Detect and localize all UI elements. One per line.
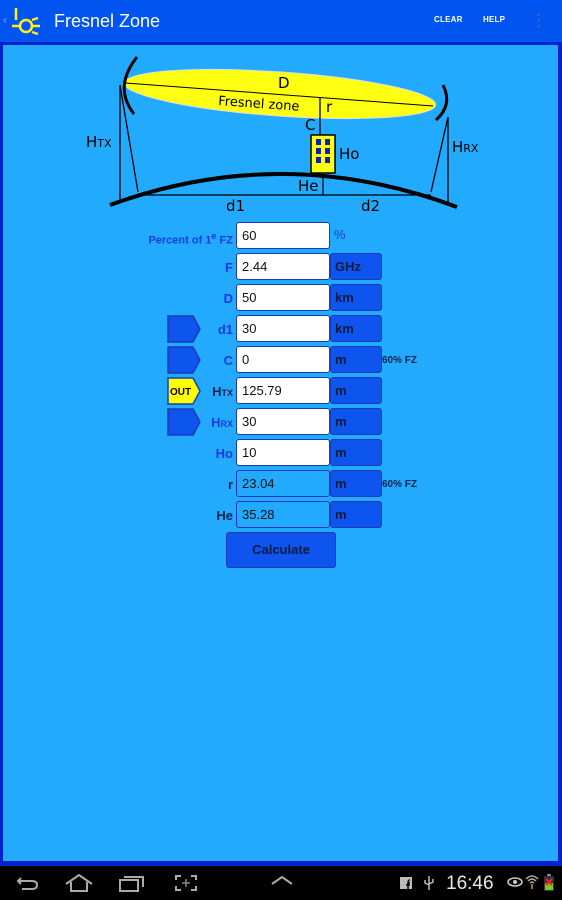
form-row-d1: d1 30 km [3, 315, 558, 344]
field-d[interactable]: 50 [236, 284, 330, 311]
label-text: r [227, 477, 233, 492]
label-text: He [216, 508, 233, 523]
back-caret-icon[interactable]: ‹ [3, 13, 7, 27]
system-navigation-bar: 16:46 [0, 866, 562, 900]
field-ho[interactable]: 10 [236, 439, 330, 466]
label-text: D [223, 291, 233, 306]
field-he[interactable]: 35.28 [236, 501, 330, 528]
label-htx: HTX [113, 377, 233, 408]
form-row-d: D 50 km [3, 284, 558, 313]
label-he: He [298, 177, 319, 195]
form-row-r: r 23.04 m 60% FZ [3, 470, 558, 499]
form-row-he: He 35.28 m [3, 501, 558, 530]
rx-dish [434, 84, 449, 122]
label-subscript: TX [221, 388, 233, 398]
earth-curve [109, 172, 458, 209]
unit-d1[interactable]: km [330, 315, 382, 342]
field-hrx[interactable]: 30 [236, 408, 330, 435]
antenna-logo-icon[interactable] [10, 6, 42, 38]
label-subscript: RX [220, 419, 233, 429]
help-button[interactable]: HELP [483, 15, 505, 24]
label-f: F [113, 253, 233, 282]
note-r: 60% FZ [382, 479, 418, 490]
label-text: Percent of 1 [148, 234, 212, 247]
label-d: D [113, 284, 233, 313]
eye-icon [507, 877, 523, 887]
label-hrx: HRX [452, 138, 479, 156]
up-caret-icon[interactable] [270, 874, 294, 888]
clock: 16:46 [446, 873, 494, 894]
back-icon[interactable] [16, 874, 40, 892]
wifi-icon [525, 875, 539, 889]
unit-r[interactable]: m [330, 470, 382, 497]
label-hrx: HRX [113, 408, 233, 439]
label-d2: d2 [361, 197, 380, 215]
action-bar: ‹ Fresnel Zone CLEAR HELP [0, 0, 562, 42]
unit-percent: % [334, 227, 346, 242]
battery-icon [544, 874, 554, 891]
form-row-ho: Ho 10 m [3, 439, 558, 468]
unit-ho[interactable]: m [330, 439, 382, 466]
unit-c[interactable]: m [330, 346, 382, 373]
home-icon[interactable] [64, 874, 94, 892]
calculate-button[interactable]: Calculate [226, 532, 336, 568]
form-row-f: F 2.44 GHz [3, 253, 558, 282]
overflow-menu-icon[interactable] [535, 13, 541, 31]
form-row-percent: Percent of 1e FZ 60% [3, 222, 558, 251]
label-r: r [326, 98, 333, 116]
unit-d[interactable]: km [330, 284, 382, 311]
label-ho: Ho [339, 145, 359, 163]
facebook-icon [400, 877, 412, 889]
unit-hrx[interactable]: m [330, 408, 382, 435]
content-frame: D Fresnel zone r C HTX HRX Ho He d1 d2 P… [0, 42, 562, 866]
label-text: F [225, 260, 233, 275]
field-d1[interactable]: 30 [236, 315, 330, 342]
form-row-hrx: HRX 30 m [3, 408, 558, 437]
calculator-panel: D Fresnel zone r C HTX HRX Ho He d1 d2 P… [3, 45, 558, 861]
label-d: D [278, 74, 290, 92]
screenshot-icon[interactable] [174, 874, 198, 892]
building-icon [310, 134, 336, 174]
label-he: He [113, 501, 233, 530]
form-row-c: C 0 m 60% FZ [3, 346, 558, 375]
label-text: C [223, 353, 233, 368]
label-d1: d1 [113, 315, 233, 344]
clear-button[interactable]: CLEAR [434, 15, 463, 24]
unit-htx[interactable]: m [330, 377, 382, 404]
app-title: Fresnel Zone [54, 11, 161, 31]
label-d1: d1 [226, 197, 245, 215]
field-htx[interactable]: 125.79 [236, 377, 330, 404]
label-c: C [113, 346, 233, 375]
label-text: Ho [215, 446, 233, 461]
label-htx: HTX [86, 133, 112, 151]
recent-apps-icon[interactable] [118, 874, 146, 892]
label-r: r [113, 470, 233, 499]
field-percent[interactable]: 60 [236, 222, 330, 249]
field-r[interactable]: 23.04 [236, 470, 330, 497]
unit-f[interactable]: GHz [330, 253, 382, 280]
fresnel-ellipse [123, 69, 437, 119]
note-c: 60% FZ [382, 355, 418, 366]
form-row-htx: OUT HTX 125.79 m [3, 377, 558, 406]
label-tail: FZ [216, 234, 233, 247]
fresnel-diagram: D Fresnel zone r C HTX HRX Ho He d1 d2 [86, 56, 479, 215]
label-percent: Percent of 1e FZ [113, 222, 233, 256]
field-c[interactable]: 0 [236, 346, 330, 373]
field-f[interactable]: 2.44 [236, 253, 330, 280]
label-c: C [305, 116, 315, 134]
label-ho: Ho [113, 439, 233, 468]
unit-he[interactable]: m [330, 501, 382, 528]
label-text: d1 [217, 322, 233, 337]
usb-icon [424, 876, 434, 890]
